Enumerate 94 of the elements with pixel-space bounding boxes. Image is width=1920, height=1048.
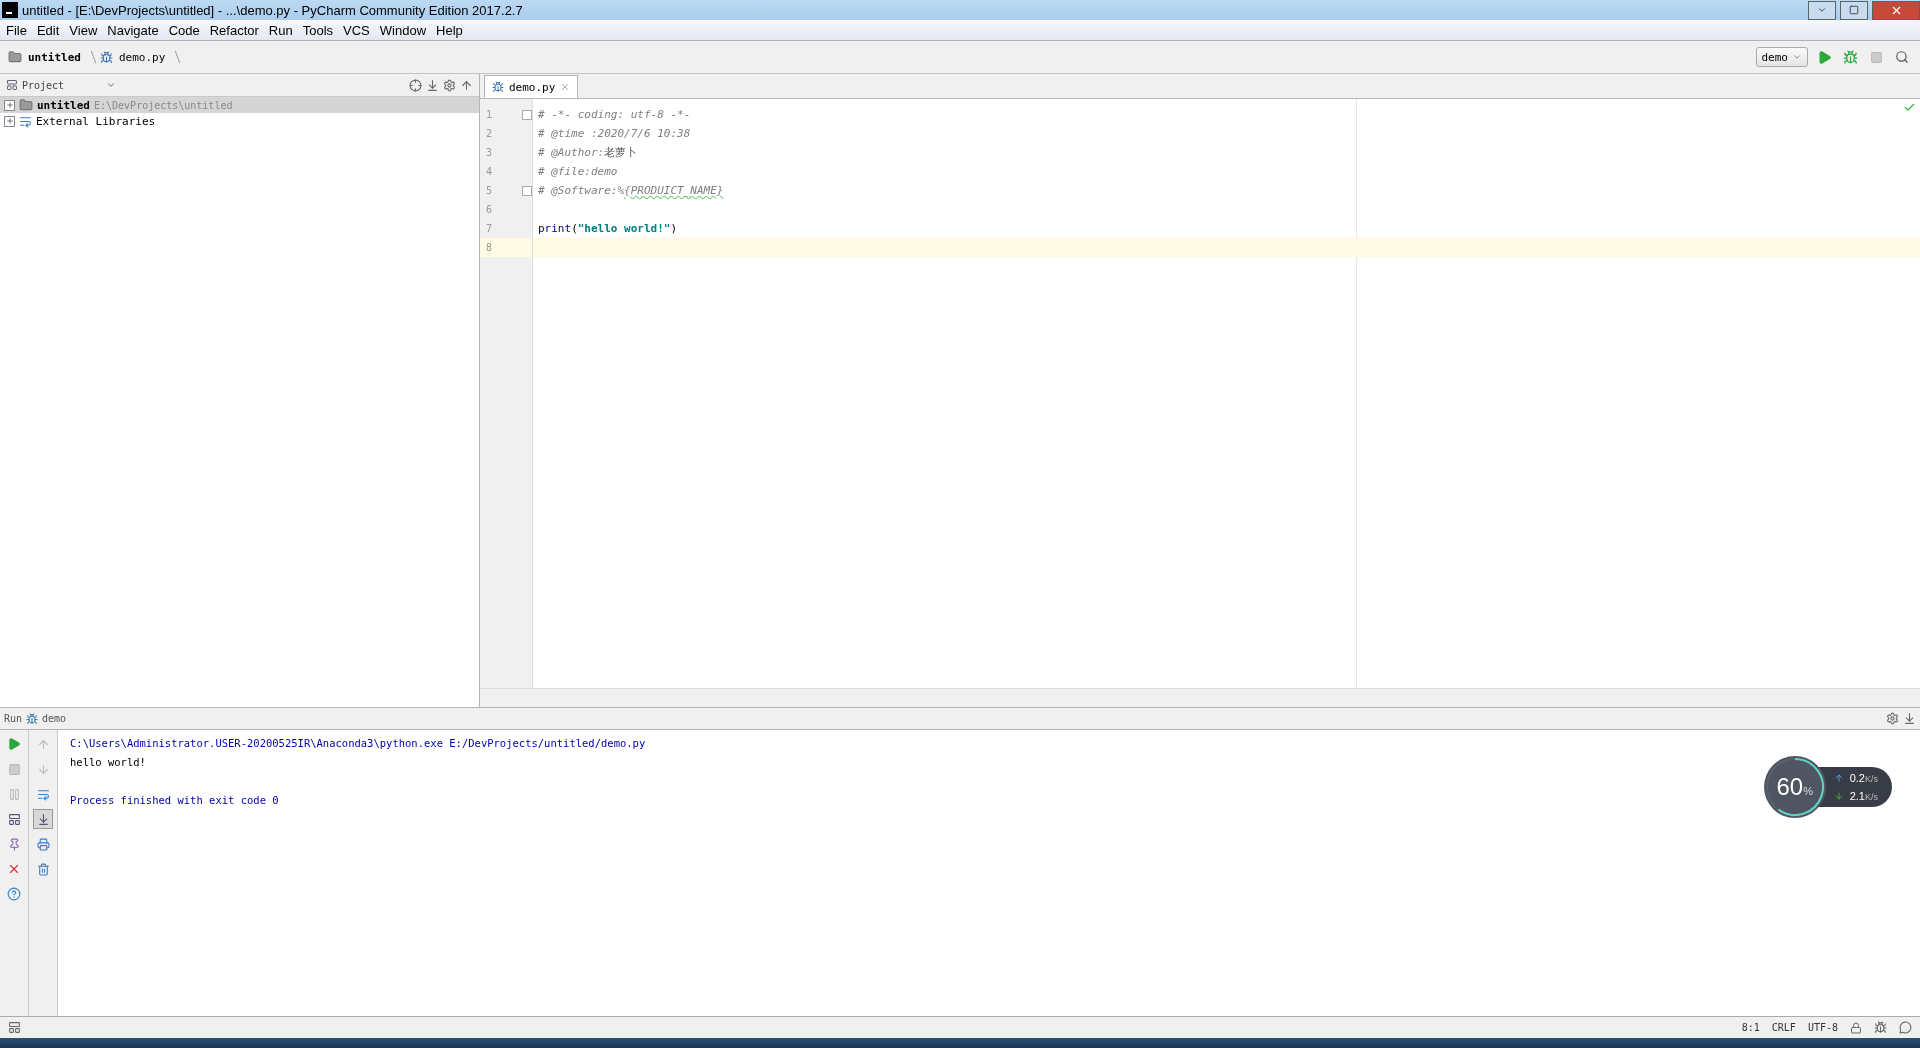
download-icon xyxy=(1833,791,1844,801)
search-icon xyxy=(1895,50,1909,64)
menu-item[interactable]: Run xyxy=(264,22,297,38)
folder-icon xyxy=(8,50,22,64)
line-number: 3 xyxy=(486,146,493,160)
event-log-icon[interactable] xyxy=(1899,1021,1912,1034)
code-line: # @Author:老萝卜 xyxy=(538,146,638,159)
upload-rate: 0.2K/s xyxy=(1849,771,1878,785)
menu-item[interactable]: Code xyxy=(164,22,204,38)
fold-icon[interactable] xyxy=(522,110,532,120)
line-number: 8 xyxy=(486,241,493,255)
run-config-dropdown[interactable]: demo xyxy=(1755,47,1808,67)
fold-icon[interactable] xyxy=(522,186,532,196)
breadcrumb[interactable]: untitled xyxy=(28,50,81,64)
stop-icon xyxy=(7,762,21,776)
code-line: # @time :2020/7/6 10:38 xyxy=(538,127,691,140)
caret-icon xyxy=(106,80,116,90)
caret-icon xyxy=(1792,52,1802,62)
code-line: # -*- coding: utf-8 -*- xyxy=(538,108,691,121)
stop-icon xyxy=(1869,50,1883,64)
plus-icon xyxy=(5,117,14,125)
play-icon xyxy=(1816,49,1832,65)
maximize-icon xyxy=(1849,5,1859,15)
line-number: 6 xyxy=(486,203,493,217)
help-icon xyxy=(7,887,21,901)
minimize-button[interactable] xyxy=(1808,0,1836,20)
settings-icon[interactable] xyxy=(443,78,456,92)
code-line: print("hello world!") xyxy=(538,222,678,235)
lock-icon[interactable] xyxy=(1850,1021,1862,1034)
line-number: 1 xyxy=(486,108,493,122)
line-number: 7 xyxy=(486,222,493,236)
minimize-icon xyxy=(1817,5,1827,15)
check-icon xyxy=(1903,101,1916,114)
down-arrow-icon xyxy=(36,762,50,776)
download-rate: 2.1K/s xyxy=(1849,789,1878,803)
window-title: untitled - [E:\DevProjects\untitled] - ...\demo.py - PyCharm Community Edition 2017.2.7 xyxy=(22,2,524,18)
menu-item[interactable]: Navigate xyxy=(103,22,163,38)
breadcrumb[interactable]: demo.py xyxy=(119,50,166,64)
line-separator[interactable]: CRLF xyxy=(1771,1022,1796,1033)
menu-item[interactable]: Help xyxy=(432,22,467,38)
menu-item[interactable]: Edit xyxy=(32,22,64,38)
console-line: Process finished with exit code 0 xyxy=(70,793,279,808)
pin-icon xyxy=(7,837,21,851)
tree-label: untitled xyxy=(37,98,90,112)
up-arrow-icon xyxy=(36,737,50,751)
console-line: hello world! xyxy=(70,755,146,770)
trash-icon xyxy=(36,862,50,876)
settings-icon[interactable] xyxy=(1886,712,1899,725)
tree-label: External Libraries xyxy=(36,114,156,128)
tab-label: demo.py xyxy=(509,80,556,94)
scroll-to-end-button[interactable] xyxy=(33,809,53,829)
printer-icon xyxy=(36,837,50,851)
close-icon xyxy=(7,862,21,876)
locate-icon[interactable] xyxy=(409,78,422,92)
file-encoding[interactable]: UTF-8 xyxy=(1807,1022,1838,1033)
menu-item[interactable]: Refactor xyxy=(205,22,263,38)
cpu-meter xyxy=(1763,756,1826,818)
editor-tab[interactable]: demo.py xyxy=(484,75,579,98)
menu-item[interactable]: Tools xyxy=(298,22,338,38)
scroll-end-icon xyxy=(36,812,50,826)
panel-title[interactable]: Project xyxy=(22,79,102,91)
menu-item[interactable]: View xyxy=(65,22,102,38)
console-line: C:\Users\Administrator.USER-20200525IR\Anaconda3\python.exe E:/DevProjects/untitled/demo.py xyxy=(70,736,646,751)
expand-icon[interactable] xyxy=(4,99,15,111)
line-number: 4 xyxy=(486,165,493,179)
tree-path: E:\DevProjects\untitled xyxy=(94,99,233,111)
code-line: # @Software:%{PRODUICT_NAME} xyxy=(538,184,724,197)
pause-icon xyxy=(7,787,21,801)
menu-item[interactable]: Window xyxy=(375,22,431,38)
app-logo-icon xyxy=(2,2,18,18)
bug-icon xyxy=(1842,49,1858,65)
play-icon xyxy=(7,737,21,751)
project-view-icon xyxy=(6,79,18,91)
layout-icon xyxy=(7,812,21,826)
expand-icon[interactable] xyxy=(4,115,15,127)
upload-icon xyxy=(1833,773,1844,783)
close-icon[interactable] xyxy=(560,82,571,92)
caret-position[interactable]: 8:1 xyxy=(1741,1022,1760,1033)
menu-item[interactable]: VCS xyxy=(339,22,374,38)
line-number: 5 xyxy=(486,184,493,198)
run-tab[interactable]: demo xyxy=(42,713,67,724)
plus-icon xyxy=(5,101,14,109)
cpu-percent: 60% xyxy=(1776,773,1813,801)
wrap-icon xyxy=(36,787,50,801)
code-line: # @file:demo xyxy=(538,165,618,178)
tool-windows-icon[interactable] xyxy=(8,1021,21,1034)
line-number: 2 xyxy=(486,127,493,141)
folder-icon xyxy=(19,98,33,112)
tree-row[interactable]: untitled E:\DevProjects\untitled xyxy=(0,97,479,113)
close-button[interactable] xyxy=(1872,0,1920,20)
maximize-button[interactable] xyxy=(1840,0,1868,20)
panel-title: Run xyxy=(4,713,23,724)
tree-row[interactable]: External Libraries xyxy=(0,113,479,129)
menu-item[interactable]: File xyxy=(2,22,31,38)
